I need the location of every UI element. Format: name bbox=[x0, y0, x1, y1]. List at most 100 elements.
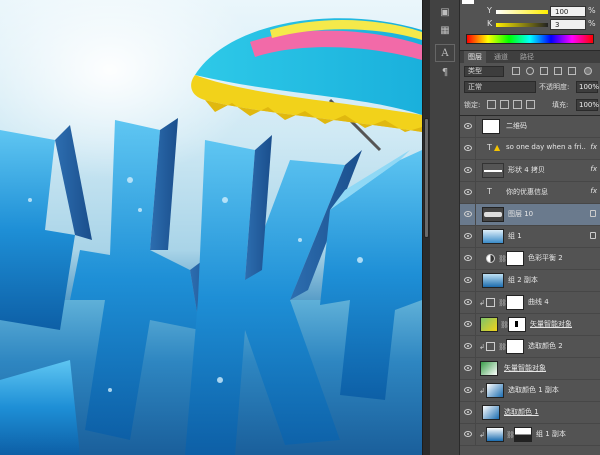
document-vertical-scrollbar[interactable] bbox=[422, 0, 430, 455]
layer-name[interactable]: 选取颜色 2 bbox=[528, 341, 563, 351]
layer-name[interactable]: 你的优惠信息 bbox=[506, 187, 548, 197]
eye-icon[interactable] bbox=[464, 387, 472, 393]
eye-icon[interactable] bbox=[464, 277, 472, 283]
filter-pixel-icon[interactable] bbox=[512, 67, 520, 75]
thumbnail-bar bbox=[484, 212, 502, 217]
layer-row[interactable]: 组 1 bbox=[460, 226, 600, 248]
layer-row[interactable]: ⛓ 色彩平衡 2 bbox=[460, 248, 600, 270]
layer-name[interactable]: 矢量智能对象 bbox=[504, 363, 546, 373]
clip-arrow-icon: ↲ bbox=[479, 299, 485, 307]
k-slider[interactable] bbox=[496, 23, 548, 27]
fill-label: 填充: bbox=[552, 101, 569, 109]
filter-type-icon[interactable] bbox=[540, 67, 548, 75]
layer-row[interactable]: ↲ ⛓ 选取颜色 2 bbox=[460, 336, 600, 358]
layer-row[interactable]: 组 2 副本 bbox=[460, 270, 600, 292]
filter-shape-icon[interactable] bbox=[554, 67, 562, 75]
fx-icon[interactable]: fx bbox=[590, 187, 597, 195]
color-panel-icon[interactable]: ▣ bbox=[435, 4, 455, 22]
fx-icon[interactable]: fx bbox=[590, 165, 597, 173]
eye-icon[interactable] bbox=[464, 255, 472, 261]
layers-panel: 图层 通道 路径 类型 正常 不透明度: 100% 锁定: 填充: 100% 二… bbox=[460, 50, 600, 455]
layer-name[interactable]: so one day when a fri... bbox=[506, 143, 586, 151]
y-label: Y bbox=[487, 6, 492, 15]
eye-icon[interactable] bbox=[464, 167, 472, 173]
k-label: K bbox=[487, 19, 493, 28]
eye-icon[interactable] bbox=[464, 233, 472, 239]
layer-name[interactable]: 选取颜色 1 bbox=[504, 407, 539, 417]
layer-name[interactable]: 图层 10 bbox=[508, 209, 533, 219]
foreground-swatch[interactable] bbox=[462, 0, 474, 4]
layer-mask[interactable] bbox=[514, 427, 532, 442]
paragraph-icon[interactable]: ¶ bbox=[435, 64, 455, 82]
shape-line bbox=[484, 170, 502, 172]
k-value-field[interactable]: 3 bbox=[550, 19, 586, 30]
eye-icon[interactable] bbox=[464, 211, 472, 217]
layer-row[interactable]: T 你的优惠信息 fx bbox=[460, 182, 600, 204]
text-tool-icon[interactable]: A bbox=[435, 44, 455, 62]
layer-name[interactable]: 矢量智能对象 bbox=[530, 319, 596, 329]
eye-icon[interactable] bbox=[464, 299, 472, 305]
filter-smart-icon[interactable] bbox=[568, 67, 576, 75]
layer-row[interactable]: ↲ ⛓ 曲线 4 bbox=[460, 292, 600, 314]
layer-row[interactable]: ↲ ⛓ 组 1 副本 bbox=[460, 424, 600, 446]
blend-mode-select[interactable]: 正常 bbox=[464, 81, 536, 93]
layer-name[interactable]: 选取颜色 1 副本 bbox=[508, 385, 559, 395]
eye-icon[interactable] bbox=[464, 145, 472, 151]
lock-position-icon[interactable] bbox=[513, 100, 522, 109]
tab-paths[interactable]: 路径 bbox=[516, 51, 538, 63]
layer-name[interactable]: 二维码 bbox=[506, 121, 527, 131]
adjustment-icon bbox=[486, 254, 495, 263]
swatches-panel-icon[interactable]: ▦ bbox=[435, 22, 455, 40]
layer-name[interactable]: 曲线 4 bbox=[528, 297, 549, 307]
mask-mark bbox=[515, 321, 518, 327]
layer-row[interactable]: ⛓ 矢量智能对象 bbox=[460, 314, 600, 336]
curves-icon bbox=[486, 298, 495, 307]
layer-row-selected[interactable]: 图层 10 bbox=[460, 204, 600, 226]
eye-icon[interactable] bbox=[464, 321, 472, 327]
tab-channels[interactable]: 通道 bbox=[490, 51, 512, 63]
layer-name[interactable]: 形状 4 拷贝 bbox=[508, 165, 545, 175]
eye-icon[interactable] bbox=[464, 343, 472, 349]
text-layer-icon: T bbox=[487, 187, 492, 196]
layer-mask[interactable] bbox=[506, 339, 524, 354]
eye-icon[interactable] bbox=[464, 365, 472, 371]
fill-field[interactable]: 100% bbox=[576, 99, 599, 111]
eye-icon[interactable] bbox=[464, 189, 472, 195]
filter-toggle-icon[interactable] bbox=[584, 67, 592, 75]
layer-row[interactable]: 形状 4 拷贝 fx bbox=[460, 160, 600, 182]
opacity-field[interactable]: 100% bbox=[576, 81, 599, 93]
smart-object-thumbnail bbox=[480, 361, 498, 376]
right-panels: Y 100 % K 3 % 图层 通道 路径 类型 正常 不透明度: 100% … bbox=[460, 0, 600, 455]
clip-arrow-icon: ↲ bbox=[479, 343, 485, 351]
k-unit: % bbox=[588, 19, 596, 28]
lock-pixels-icon[interactable] bbox=[500, 100, 509, 109]
layer-row[interactable]: 选取颜色 1 bbox=[460, 402, 600, 424]
color-spectrum-bar[interactable] bbox=[466, 34, 594, 44]
lock-transparency-icon[interactable] bbox=[487, 100, 496, 109]
layer-row[interactable]: T ▲ so one day when a fri... fx bbox=[460, 138, 600, 160]
layer-name[interactable]: 组 2 副本 bbox=[508, 275, 538, 285]
document-canvas[interactable] bbox=[0, 0, 422, 455]
adjustment-icon bbox=[486, 342, 495, 351]
eye-icon[interactable] bbox=[464, 409, 472, 415]
filter-adjustment-icon[interactable] bbox=[526, 67, 534, 75]
lock-all-icon[interactable] bbox=[526, 100, 535, 109]
y-value-field[interactable]: 100 bbox=[550, 6, 586, 17]
eye-icon[interactable] bbox=[464, 123, 472, 129]
layer-name[interactable]: 组 1 副本 bbox=[536, 429, 566, 439]
layer-row[interactable]: 二维码 bbox=[460, 116, 600, 138]
layer-name[interactable]: 色彩平衡 2 bbox=[528, 253, 563, 263]
layer-thumbnail bbox=[486, 383, 504, 398]
fx-icon[interactable]: fx bbox=[590, 143, 597, 151]
eye-icon[interactable] bbox=[464, 431, 472, 437]
layer-row[interactable]: 矢量智能对象 bbox=[460, 358, 600, 380]
scrollbar-thumb[interactable] bbox=[424, 118, 429, 238]
y-slider[interactable] bbox=[496, 10, 548, 14]
layer-mask[interactable] bbox=[506, 251, 524, 266]
layer-mask[interactable] bbox=[506, 295, 524, 310]
layer-name[interactable]: 组 1 bbox=[508, 231, 522, 241]
layer-list: 二维码 T ▲ so one day when a fri... fx 形状 4… bbox=[460, 115, 600, 455]
tab-layers[interactable]: 图层 bbox=[464, 51, 486, 63]
layer-row[interactable]: ↲ 选取颜色 1 副本 bbox=[460, 380, 600, 402]
filter-kind-select[interactable]: 类型 bbox=[464, 66, 504, 77]
